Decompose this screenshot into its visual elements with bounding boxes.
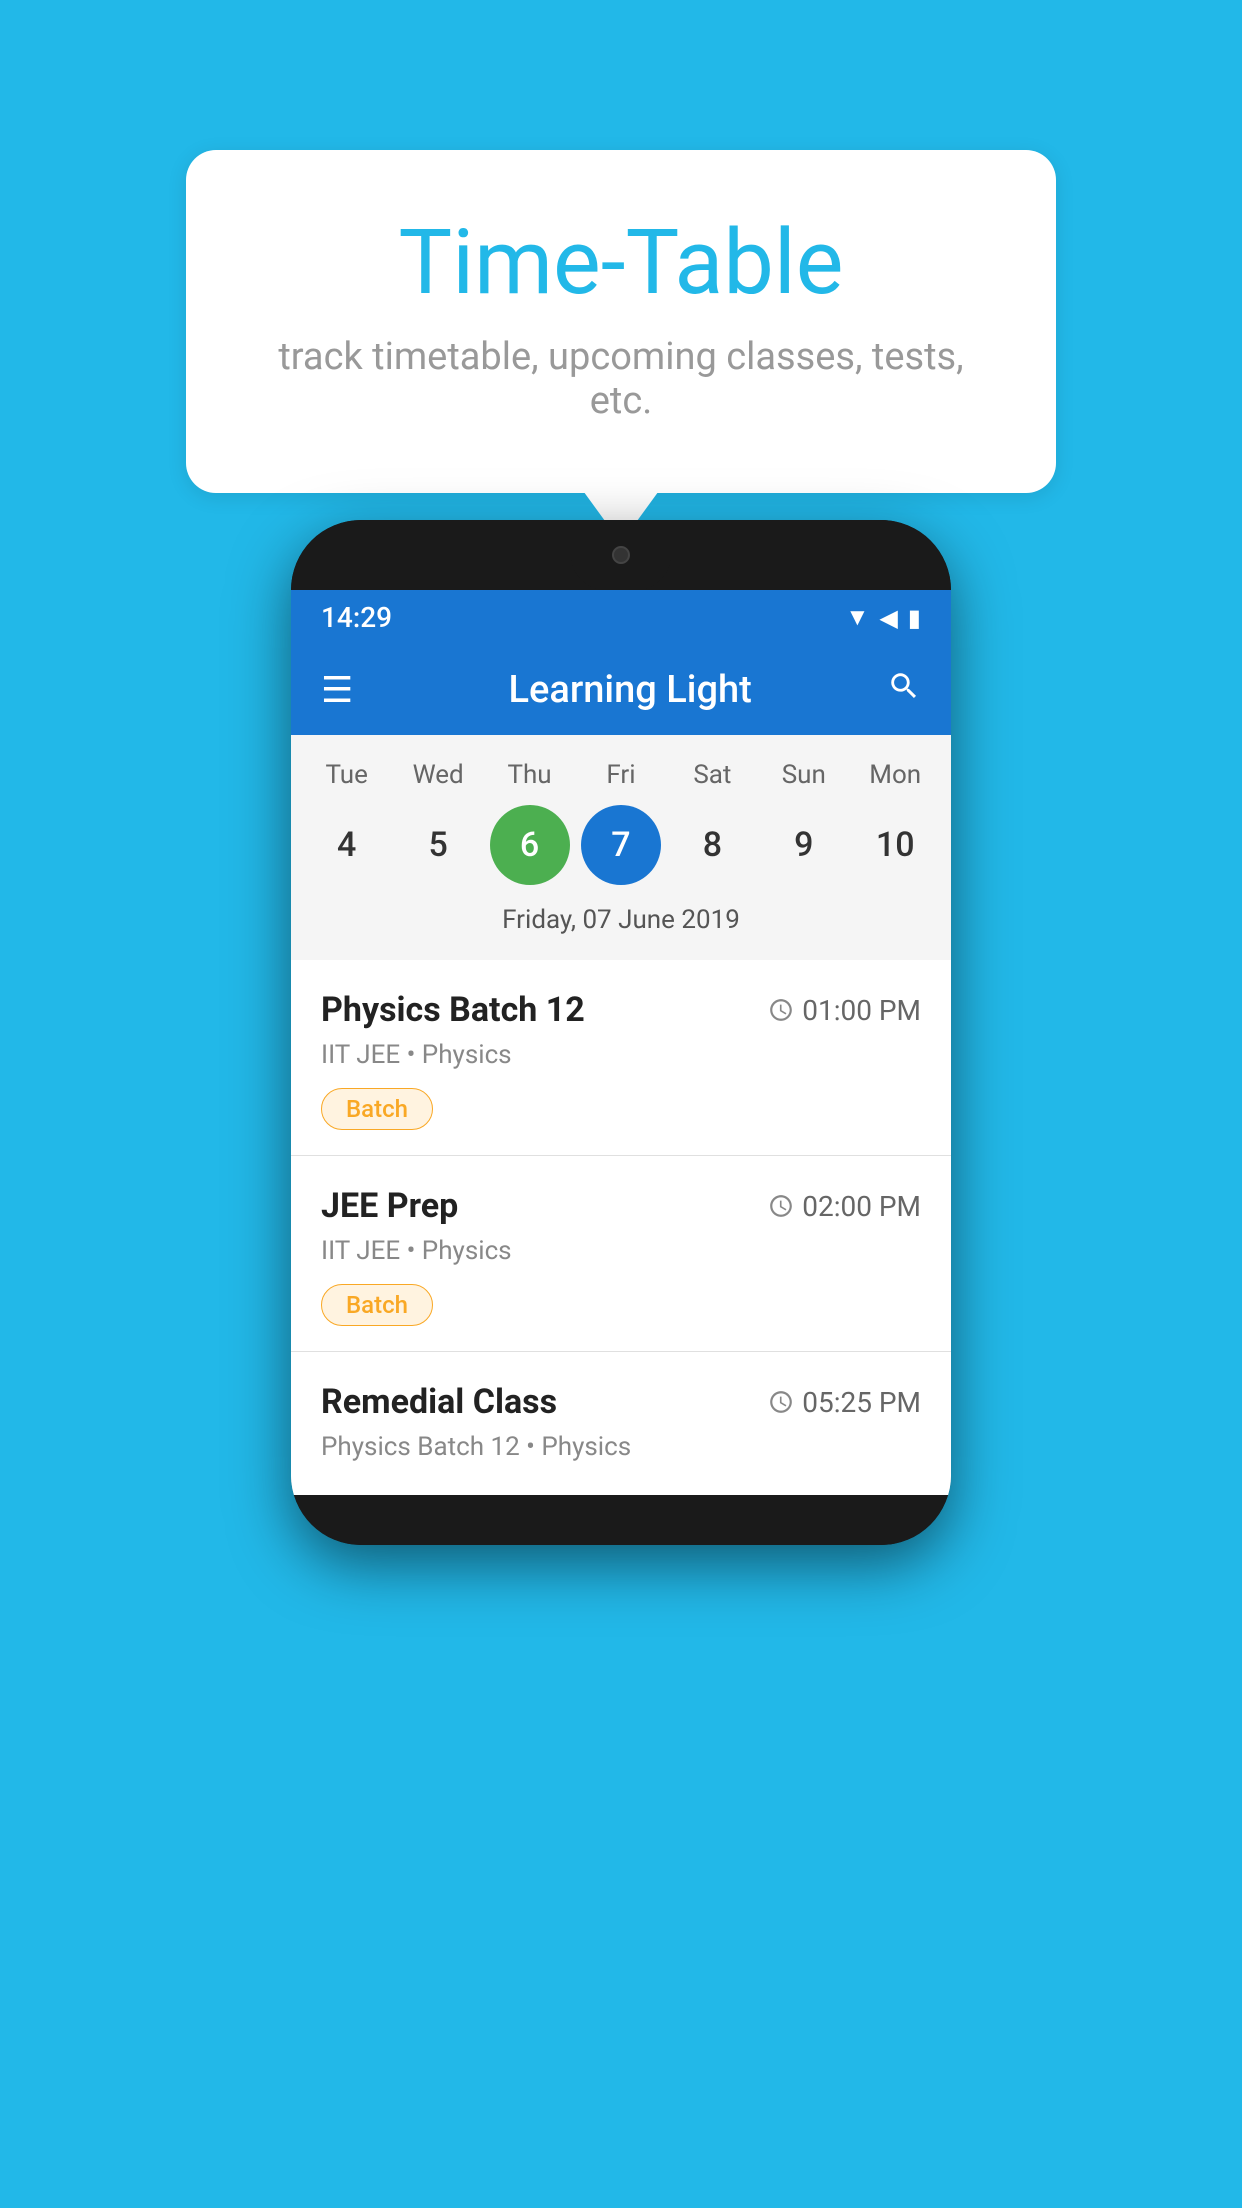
phone-top-bezel [291,520,951,590]
class-name-1: Physics Batch 12 [321,990,585,1030]
class-time-text-1: 01:00 PM [802,994,921,1027]
app-header: ☰ Learning Light [291,645,951,735]
calendar-section: Tue Wed Thu Fri Sat Sun Mon 4 5 6 7 8 9 … [291,735,951,960]
class-time-3: 05:25 PM [768,1386,921,1419]
day-tue: Tue [307,760,387,790]
top-section: Time-Table track timetable, upcoming cla… [0,0,1242,493]
date-7-selected[interactable]: 7 [581,805,661,885]
class-time-2: 02:00 PM [768,1190,921,1223]
search-icon[interactable] [887,669,921,712]
front-camera [612,546,630,564]
day-wed: Wed [398,760,478,790]
status-icons: ▼ ◀ ▮ [846,603,921,632]
hamburger-icon[interactable]: ☰ [321,669,353,711]
date-6-today[interactable]: 6 [490,805,570,885]
dates-row: 4 5 6 7 8 9 10 [291,795,951,900]
speech-bubble: Time-Table track timetable, upcoming cla… [186,150,1056,493]
class-time-text-2: 02:00 PM [802,1190,921,1223]
selected-date-label: Friday, 07 June 2019 [291,900,951,950]
app-title: Learning Light [353,668,887,712]
date-8[interactable]: 8 [672,805,752,885]
class-time-text-3: 05:25 PM [802,1386,921,1419]
date-5[interactable]: 5 [398,805,478,885]
day-sat: Sat [672,760,752,790]
schedule-item-3[interactable]: Remedial Class 05:25 PM Physics Batch 12… [291,1352,951,1495]
schedule-item-1[interactable]: Physics Batch 12 01:00 PM IIT JEE • Phys… [291,960,951,1156]
schedule-item-header-2: JEE Prep 02:00 PM [321,1186,921,1226]
date-4[interactable]: 4 [307,805,387,885]
class-time-1: 01:00 PM [768,994,921,1027]
batch-badge-1: Batch [321,1088,433,1130]
day-mon: Mon [855,760,935,790]
battery-icon: ▮ [908,604,921,632]
class-subtitle-1: IIT JEE • Physics [321,1040,921,1070]
phone-screen: 14:29 ▼ ◀ ▮ ☰ Learning Light [291,590,951,1495]
phone-frame: 14:29 ▼ ◀ ▮ ☰ Learning Light [291,520,951,1545]
schedule-item-header-1: Physics Batch 12 01:00 PM [321,990,921,1030]
class-subtitle-2: IIT JEE • Physics [321,1236,921,1266]
speech-bubble-subtitle: track timetable, upcoming classes, tests… [266,335,976,423]
date-9[interactable]: 9 [764,805,844,885]
phone-container: 14:29 ▼ ◀ ▮ ☰ Learning Light [291,520,951,1545]
day-thu: Thu [490,760,570,790]
day-fri: Fri [581,760,661,790]
speech-bubble-title: Time-Table [266,210,976,315]
notch [571,520,671,590]
class-name-3: Remedial Class [321,1382,557,1422]
batch-badge-2: Batch [321,1284,433,1326]
phone-bottom-bezel [291,1495,951,1545]
class-name-2: JEE Prep [321,1186,458,1226]
status-bar: 14:29 ▼ ◀ ▮ [291,590,951,645]
days-of-week: Tue Wed Thu Fri Sat Sun Mon [291,745,951,795]
wifi-icon: ▼ [846,603,870,632]
status-time: 14:29 [321,601,392,634]
schedule-list: Physics Batch 12 01:00 PM IIT JEE • Phys… [291,960,951,1495]
schedule-item-header-3: Remedial Class 05:25 PM [321,1382,921,1422]
date-10[interactable]: 10 [855,805,935,885]
schedule-item-2[interactable]: JEE Prep 02:00 PM IIT JEE • Physics Batc… [291,1156,951,1352]
day-sun: Sun [764,760,844,790]
signal-icon: ◀ [879,604,897,632]
class-subtitle-3: Physics Batch 12 • Physics [321,1432,921,1462]
